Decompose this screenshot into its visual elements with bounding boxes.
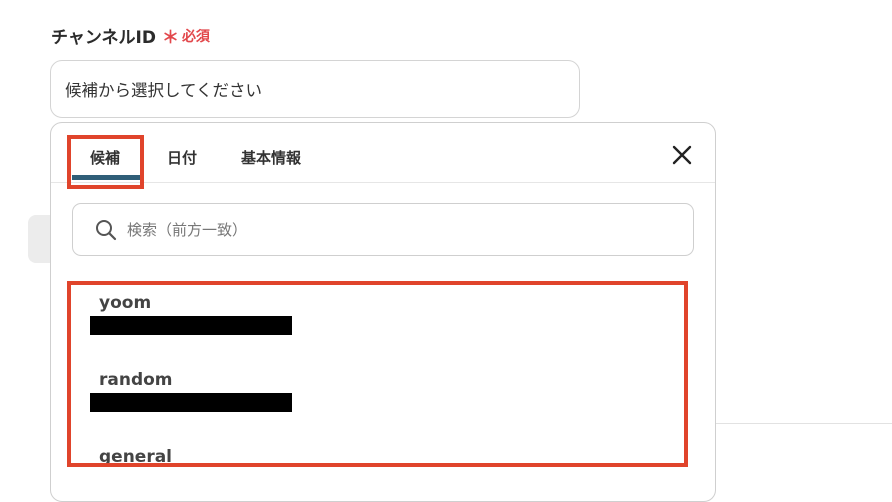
list-item-random[interactable]: random: [51, 370, 715, 440]
search-icon: [95, 219, 117, 241]
list-item-yoom[interactable]: yoom: [51, 293, 715, 363]
field-label: チャンネルID ＊ 必須: [51, 23, 210, 48]
field-label-text: チャンネルID: [51, 28, 156, 48]
redacted-id: [90, 316, 292, 335]
search-box[interactable]: [72, 203, 694, 256]
tab-candidates[interactable]: 候補: [90, 147, 120, 168]
select-placeholder: 候補から選択してください: [65, 81, 263, 100]
background-shape: [28, 215, 52, 263]
channel-id-select[interactable]: 候補から選択してください: [50, 60, 580, 118]
item-name: random: [99, 370, 173, 390]
item-name: yoom: [99, 293, 152, 313]
required-text: 必須: [181, 28, 210, 45]
tab-bar: 候補 日付 基本情報: [51, 123, 715, 183]
dropdown-panel: 候補 日付 基本情報 yoom random general: [50, 122, 716, 502]
required-asterisk: ＊: [161, 28, 179, 48]
redacted-id: [90, 393, 292, 412]
background-divider: [716, 423, 892, 424]
search-input[interactable]: [125, 219, 649, 240]
active-tab-indicator: [72, 175, 140, 180]
list-item-general[interactable]: general: [51, 447, 715, 501]
item-name: general: [99, 447, 173, 467]
tab-basic-info[interactable]: 基本情報: [241, 147, 301, 168]
tab-date[interactable]: 日付: [167, 147, 197, 168]
close-icon[interactable]: [670, 143, 694, 167]
